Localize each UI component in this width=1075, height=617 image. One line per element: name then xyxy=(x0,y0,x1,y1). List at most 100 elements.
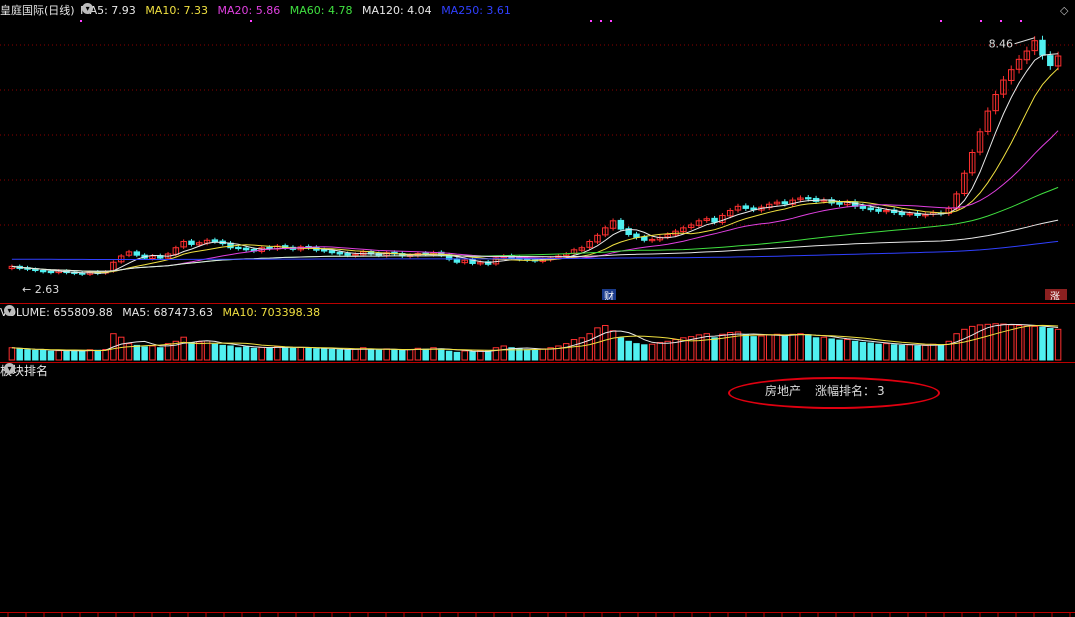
candle-body-43 xyxy=(344,253,351,256)
signal-dot-6 xyxy=(980,20,982,22)
volume-header: ▾ VOLUME: 655809.88 MA5: 687473.63 MA10:… xyxy=(0,305,326,321)
volume-bar-130 xyxy=(1023,325,1031,361)
volume-bar-84 xyxy=(664,340,671,361)
signal-dot-0 xyxy=(80,20,82,22)
volume-bar-35 xyxy=(281,346,289,361)
volume-bar-53 xyxy=(422,348,429,361)
signal-dot-7 xyxy=(1000,20,1002,22)
panel-separator xyxy=(0,303,1075,304)
volume-bar-78 xyxy=(617,337,625,361)
ma-line-ma120 xyxy=(11,219,1059,272)
volume-bar-109 xyxy=(859,341,867,361)
volume-bar-66 xyxy=(523,349,531,361)
volume-bar-118 xyxy=(929,343,937,361)
volume-bar-106 xyxy=(836,339,843,361)
volume-bar-24 xyxy=(196,341,203,361)
volume-bar-72 xyxy=(570,339,578,361)
volume-value: VOLUME: 655809.88 xyxy=(0,306,113,319)
volume-bar-4 xyxy=(39,349,47,361)
volume-bar-77 xyxy=(609,330,617,361)
volume-ma10: MA10: 703398.38 xyxy=(222,306,321,319)
volume-bar-68 xyxy=(539,348,547,361)
volume-bar-23 xyxy=(188,341,195,361)
volume-bar-2 xyxy=(24,349,31,361)
candlestick-chart[interactable]: 8.46 ← 2.63 财 涨 xyxy=(0,0,1075,300)
candle-body-78 xyxy=(617,219,625,230)
volume-bar-47 xyxy=(375,349,383,361)
volume-bar-119 xyxy=(937,344,945,361)
volume-bar-14 xyxy=(117,336,125,361)
volume-bar-3 xyxy=(32,349,39,361)
volume-bar-80 xyxy=(633,343,640,361)
volume-bar-30 xyxy=(242,346,250,361)
volume-bar-1 xyxy=(16,348,23,361)
volume-bar-89 xyxy=(703,333,710,361)
volume-bar-9 xyxy=(78,350,86,361)
candle-body-4 xyxy=(39,270,47,273)
volume-bar-122 xyxy=(961,328,968,361)
sector-ranking: 房地产 涨幅排名： 3 xyxy=(765,382,899,399)
volume-bar-46 xyxy=(367,348,375,361)
volume-bar-121 xyxy=(953,333,960,361)
volume-bar-49 xyxy=(391,349,398,361)
volume-bar-65 xyxy=(516,348,523,361)
candle-body-110 xyxy=(867,207,874,211)
volume-bar-58 xyxy=(461,350,468,361)
signal-dot-1 xyxy=(250,20,252,22)
volume-bar-99 xyxy=(781,335,789,361)
volume-bar-27 xyxy=(219,344,226,361)
volume-bar-61 xyxy=(484,350,492,361)
candle-body-41 xyxy=(328,250,336,254)
volume-bar-44 xyxy=(352,348,359,361)
volume-bar-107 xyxy=(844,339,851,361)
volume-chart[interactable] xyxy=(0,320,1075,362)
volume-bar-11 xyxy=(94,349,102,361)
candle-body-57 xyxy=(453,258,461,263)
volume-bar-95 xyxy=(750,336,757,361)
volume-bar-71 xyxy=(562,343,570,361)
volume-bar-18 xyxy=(149,345,156,361)
volume-bar-42 xyxy=(336,349,344,361)
low-price-label: ← 2.63 xyxy=(22,283,59,296)
candle-body-5 xyxy=(47,270,55,274)
volume-bar-36 xyxy=(289,347,297,361)
volume-bar-114 xyxy=(898,344,906,361)
candle-body-94 xyxy=(742,205,750,209)
volume-bar-98 xyxy=(773,333,781,361)
volume-bar-10 xyxy=(86,349,94,361)
volume-bar-32 xyxy=(258,346,265,361)
volume-bar-74 xyxy=(586,333,593,361)
date-axis-ticks xyxy=(7,613,1071,617)
volume-bar-26 xyxy=(211,343,219,361)
volume-bar-125 xyxy=(984,323,992,361)
signal-dot-4 xyxy=(610,20,612,22)
volume-bar-133 xyxy=(1047,327,1054,361)
volume-bar-81 xyxy=(641,344,648,361)
volume-bar-56 xyxy=(445,350,453,361)
volume-ma5: MA5: 687473.63 xyxy=(122,306,213,319)
volume-bar-126 xyxy=(992,323,999,361)
volume-bar-39 xyxy=(313,348,320,361)
signal-dot-3 xyxy=(600,20,602,22)
volume-bar-113 xyxy=(890,344,898,361)
volume-bar-115 xyxy=(906,344,913,361)
volume-bar-110 xyxy=(867,342,874,361)
volume-collapse-icon[interactable]: ▾ xyxy=(4,305,15,316)
candle-body-133 xyxy=(1047,55,1054,67)
volume-bar-134 xyxy=(1054,328,1062,361)
volume-bar-6 xyxy=(55,350,62,361)
panel-separator-2 xyxy=(0,362,1075,363)
ma-line-ma5 xyxy=(11,53,1059,274)
sector-name: 房地产 xyxy=(765,384,802,398)
candle-body-102 xyxy=(805,197,812,200)
candle-body-99 xyxy=(781,201,789,205)
volume-bar-19 xyxy=(157,347,164,361)
volume-bar-5 xyxy=(47,350,55,361)
volume-bar-31 xyxy=(250,347,258,361)
candle-body-80 xyxy=(633,233,640,238)
volume-bar-101 xyxy=(797,333,804,361)
volume-bar-94 xyxy=(742,334,750,361)
volume-bar-50 xyxy=(399,349,406,361)
sector-collapse-icon[interactable]: ▾ xyxy=(4,363,15,374)
volume-bar-41 xyxy=(328,348,336,361)
